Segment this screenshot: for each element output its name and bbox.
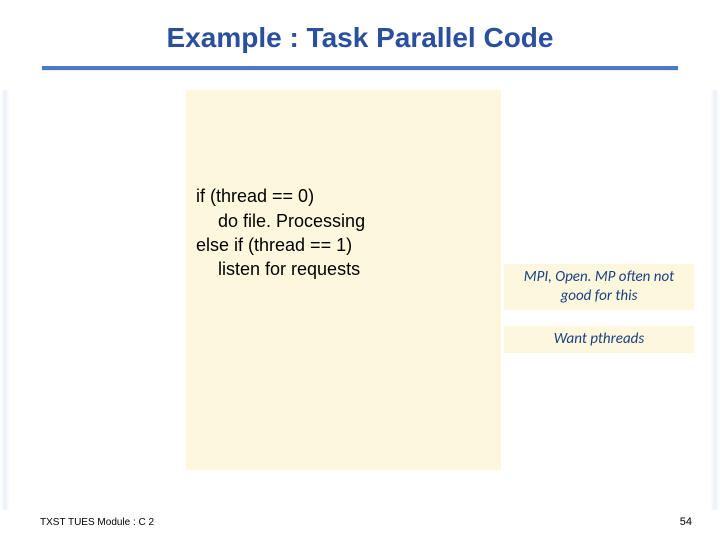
footer-module: TXST TUES Module : C 2 xyxy=(40,517,154,528)
title-underline xyxy=(42,66,678,70)
slide-title: Example : Task Parallel Code xyxy=(0,0,720,66)
annotation-pthreads: Want pthreads xyxy=(504,326,694,353)
code-line-4: listen for requests xyxy=(218,259,360,279)
code-line-3: else if (thread == 1) xyxy=(196,235,352,255)
code-text: if (thread == 0) do file. Processing els… xyxy=(196,160,365,306)
code-line-2: do file. Processing xyxy=(218,211,365,231)
code-block: if (thread == 0) do file. Processing els… xyxy=(186,90,501,470)
code-line-1: if (thread == 0) xyxy=(196,186,314,206)
annotation-mpi-openmp: MPI, Open. MP often not good for this xyxy=(504,264,694,310)
page-number: 54 xyxy=(680,516,692,528)
